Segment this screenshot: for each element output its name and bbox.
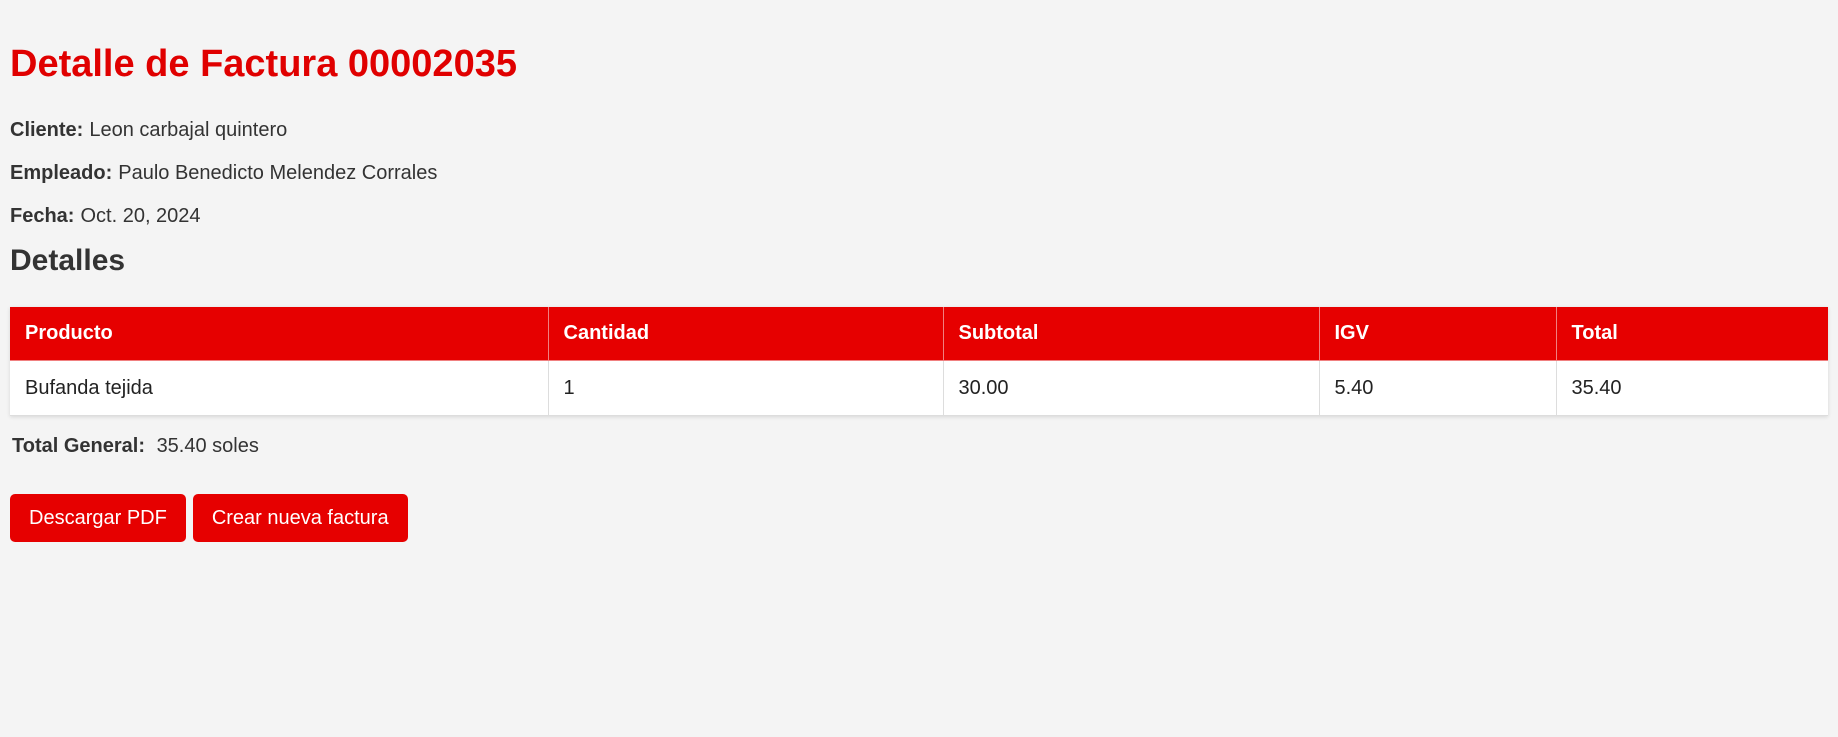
date-label: Fecha: <box>10 204 75 227</box>
invoice-detail-page: Detalle de Factura 00002035 Cliente: Leo… <box>0 0 1838 542</box>
employee-label: Empleado: <box>10 161 113 184</box>
cell-subtotal: 30.00 <box>942 360 1320 416</box>
cell-producto: Bufanda tejida <box>10 360 549 416</box>
client-label: Cliente: <box>10 118 84 141</box>
client-info: Cliente: Leon carbajal quintero <box>10 108 1828 151</box>
cell-igv: 5.40 <box>1318 360 1557 416</box>
table-row: Bufanda tejida 1 30.00 5.40 35.40 <box>10 360 1828 416</box>
download-pdf-button[interactable]: Descargar PDF <box>10 494 186 542</box>
details-table: Producto Cantidad Subtotal IGV Total Buf… <box>10 307 1828 416</box>
employee-value: Paulo Benedicto Melendez Corrales <box>118 161 438 184</box>
page-title: Detalle de Factura 00002035 <box>10 43 517 85</box>
column-header-cantidad: Cantidad <box>547 307 944 361</box>
date-info: Fecha: Oct. 20, 2024 <box>10 194 1828 237</box>
column-header-total: Total <box>1555 307 1828 361</box>
column-header-producto: Producto <box>10 307 549 361</box>
details-heading: Detalles <box>10 244 126 277</box>
cell-total: 35.40 <box>1555 360 1828 416</box>
total-general-label: Total General: <box>12 435 145 457</box>
total-general-value: 35.40 soles <box>156 435 259 457</box>
employee-info: Empleado: Paulo Benedicto Melendez Corra… <box>10 151 1828 194</box>
column-header-subtotal: Subtotal <box>942 307 1320 361</box>
client-value: Leon carbajal quintero <box>89 118 288 141</box>
total-general: Total General: 35.40 soles <box>12 434 1828 458</box>
table-header-row: Producto Cantidad Subtotal IGV Total <box>10 307 1828 361</box>
date-value: Oct. 20, 2024 <box>80 204 201 227</box>
new-invoice-button[interactable]: Crear nueva factura <box>192 494 408 542</box>
action-buttons: Descargar PDF Crear nueva factura <box>10 494 1828 542</box>
cell-cantidad: 1 <box>547 360 944 416</box>
column-header-igv: IGV <box>1318 307 1557 361</box>
